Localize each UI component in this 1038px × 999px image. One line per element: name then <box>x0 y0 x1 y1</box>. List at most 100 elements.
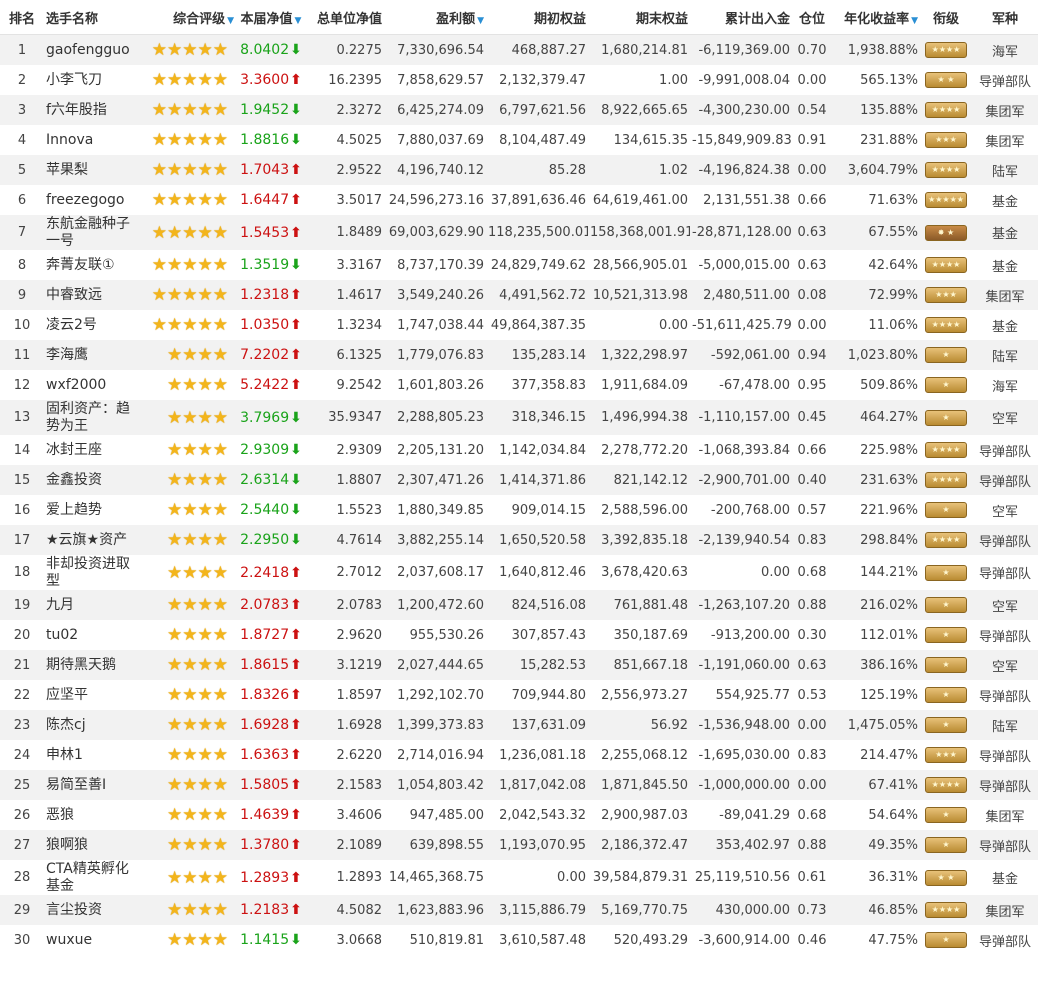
player-name-cell[interactable]: 冰封王座 <box>44 435 140 465</box>
player-name-link[interactable]: 九月 <box>46 597 138 614</box>
player-name-link[interactable]: 奔菁友联① <box>46 257 138 274</box>
player-name-link[interactable]: 爱上趋势 <box>46 502 138 519</box>
player-name-link[interactable]: wxf2000 <box>46 377 138 394</box>
player-name-cell[interactable]: freezegogo <box>44 185 140 215</box>
table-row[interactable]: 6 freezegogo ★★★★★ 1.6447⬆ 3.5017 24,596,273.… <box>0 185 1038 215</box>
player-name-cell[interactable]: 东航金融种子一号 <box>44 215 140 250</box>
table-row[interactable]: 30 wuxue ★★★★ 1.1415⬇ 3.0668 510,819.81 3,610,… <box>0 925 1038 955</box>
player-name-cell[interactable]: wxf2000 <box>44 370 140 400</box>
table-row[interactable]: 7 东航金融种子一号 ★★★★★ 1.5453⬆ 1.8489 69,003,629.90… <box>0 215 1038 250</box>
player-name-cell[interactable]: CTA精英孵化基金 <box>44 860 140 895</box>
player-name-link[interactable]: 非却投资进取型 <box>46 556 138 590</box>
table-row[interactable]: 12 wxf2000 ★★★★ 5.2422⬆ 9.2542 1,601,803.26 37… <box>0 370 1038 400</box>
player-name-link[interactable]: 凌云2号 <box>46 317 138 334</box>
player-name-link[interactable]: 狼啊狼 <box>46 837 138 854</box>
player-name-link[interactable]: wuxue <box>46 932 138 949</box>
player-name-cell[interactable]: 小李飞刀 <box>44 65 140 95</box>
rank-badge-icon: ★ <box>925 687 967 703</box>
player-name-cell[interactable]: Innova <box>44 125 140 155</box>
table-row[interactable]: 29 言尘投资 ★★★★ 1.2183⬆ 4.5082 1,623,883.96 3,115… <box>0 895 1038 925</box>
table-row[interactable]: 4 Innova ★★★★★ 1.8816⬇ 4.5025 7,880,037.69 8,1… <box>0 125 1038 155</box>
table-row[interactable]: 11 李海鹰 ★★★★ 7.2202⬆ 6.1325 1,779,076.83 135,28… <box>0 340 1038 370</box>
player-name-link[interactable]: tu02 <box>46 627 138 644</box>
player-name-link[interactable]: 言尘投资 <box>46 902 138 919</box>
table-row[interactable]: 24 申林1 ★★★★ 1.6363⬆ 2.6220 2,714,016.94 1,236,… <box>0 740 1038 770</box>
header-annual[interactable]: 年化收益率 ▼ <box>832 0 920 35</box>
table-row[interactable]: 20 tu02 ★★★★ 1.8727⬆ 2.9620 955,530.26 307,857… <box>0 620 1038 650</box>
player-name-link[interactable]: CTA精英孵化基金 <box>46 861 138 895</box>
player-name-link[interactable]: freezegogo <box>46 192 138 209</box>
player-name-cell[interactable]: 中睿致远 <box>44 280 140 310</box>
player-name-link[interactable]: ★云旗★资产 <box>46 532 138 549</box>
table-row[interactable]: 22 应坚平 ★★★★ 1.8326⬆ 1.8597 1,292,102.70 709,94… <box>0 680 1038 710</box>
player-name-link[interactable]: 冰封王座 <box>46 442 138 459</box>
player-name-link[interactable]: 东航金融种子一号 <box>46 216 138 250</box>
player-name-cell[interactable]: 易简至善I <box>44 770 140 800</box>
army-cell: 海军 <box>972 370 1038 400</box>
begin-equity-cell: 824,516.08 <box>486 590 588 620</box>
table-row[interactable]: 23 陈杰cj ★★★★ 1.6928⬆ 1.6928 1,399,373.83 137,6… <box>0 710 1038 740</box>
player-name-link[interactable]: 苹果梨 <box>46 162 138 179</box>
player-name-cell[interactable]: 非却投资进取型 <box>44 555 140 590</box>
inout-cell: -5,000,015.00 <box>690 250 792 280</box>
player-name-cell[interactable]: 苹果梨 <box>44 155 140 185</box>
player-name-cell[interactable]: 李海鹰 <box>44 340 140 370</box>
table-row[interactable]: 14 冰封王座 ★★★★ 2.9309⬇ 2.9309 2,205,131.20 1,142… <box>0 435 1038 465</box>
table-row[interactable]: 5 苹果梨 ★★★★★ 1.7043⬆ 2.9522 4,196,740.12 85.28 1… <box>0 155 1038 185</box>
player-name-cell[interactable]: 金鑫投资 <box>44 465 140 495</box>
table-row[interactable]: 19 九月 ★★★★ 2.0783⬆ 2.0783 1,200,472.60 824,516… <box>0 590 1038 620</box>
player-name-cell[interactable]: 奔菁友联① <box>44 250 140 280</box>
player-name-cell[interactable]: tu02 <box>44 620 140 650</box>
player-name-link[interactable]: 金鑫投资 <box>46 472 138 489</box>
table-row[interactable]: 17 ★云旗★资产 ★★★★ 2.2950⬇ 4.7614 3,882,255.14 1,6… <box>0 525 1038 555</box>
table-row[interactable]: 2 小李飞刀 ★★★★★ 3.3600⬆ 16.2395 7,858,629.57 2,13… <box>0 65 1038 95</box>
table-row[interactable]: 3 f六年股指 ★★★★★ 1.9452⬇ 2.3272 6,425,274.09 6,79… <box>0 95 1038 125</box>
header-rating[interactable]: 综合评级 ▼ <box>140 0 236 35</box>
table-row[interactable]: 13 固利资产：趋势为王 ★★★★ 3.7969⬇ 35.9347 2,288,805.2… <box>0 400 1038 435</box>
player-name-link[interactable]: 陈杰cj <box>46 717 138 734</box>
player-name-link[interactable]: gaofengguo <box>46 42 138 59</box>
table-row[interactable]: 26 恶狼 ★★★★ 1.4639⬆ 3.4606 947,485.00 2,042,543… <box>0 800 1038 830</box>
table-row[interactable]: 21 期待黑天鹅 ★★★★ 1.8615⬆ 3.1219 2,027,444.65 15,2… <box>0 650 1038 680</box>
player-name-link[interactable]: 固利资产：趋势为王 <box>46 401 138 435</box>
rank-badge-icon: ★★★ <box>925 287 967 303</box>
player-name-cell[interactable]: 申林1 <box>44 740 140 770</box>
player-name-cell[interactable]: 恶狼 <box>44 800 140 830</box>
player-name-link[interactable]: 期待黑天鹅 <box>46 657 138 674</box>
table-row[interactable]: 27 狼啊狼 ★★★★ 1.3780⬆ 2.1089 639,898.55 1,193,07… <box>0 830 1038 860</box>
table-row[interactable]: 10 凌云2号 ★★★★★ 1.0350⬆ 1.3234 1,747,038.44 49,8… <box>0 310 1038 340</box>
player-name-link[interactable]: 李海鹰 <box>46 347 138 364</box>
player-name-link[interactable]: Innova <box>46 132 138 149</box>
table-row[interactable]: 8 奔菁友联① ★★★★★ 1.3519⬇ 3.3167 8,737,170.39 24,8… <box>0 250 1038 280</box>
player-name-cell[interactable]: f六年股指 <box>44 95 140 125</box>
player-name-link[interactable]: 应坚平 <box>46 687 138 704</box>
player-name-link[interactable]: 申林1 <box>46 747 138 764</box>
player-name-cell[interactable]: 九月 <box>44 590 140 620</box>
table-row[interactable]: 18 非却投资进取型 ★★★★ 2.2418⬆ 2.7012 2,037,608.17 1,… <box>0 555 1038 590</box>
player-name-cell[interactable]: 期待黑天鹅 <box>44 650 140 680</box>
player-name-cell[interactable]: ★云旗★资产 <box>44 525 140 555</box>
player-name-link[interactable]: 小李飞刀 <box>46 72 138 89</box>
table-row[interactable]: 9 中睿致远 ★★★★★ 1.2318⬆ 1.4617 3,549,240.26 4,491… <box>0 280 1038 310</box>
player-name-cell[interactable]: 应坚平 <box>44 680 140 710</box>
player-name-link[interactable]: f六年股指 <box>46 102 138 119</box>
player-name-cell[interactable]: gaofengguo <box>44 34 140 65</box>
header-profit[interactable]: 盈利额 ▼ <box>384 0 486 35</box>
player-name-link[interactable]: 易简至善I <box>46 777 138 794</box>
table-row[interactable]: 25 易简至善I ★★★★ 1.5805⬆ 2.1583 1,054,803.42 1,81… <box>0 770 1038 800</box>
player-name-cell[interactable]: 言尘投资 <box>44 895 140 925</box>
player-name-cell[interactable]: wuxue <box>44 925 140 955</box>
player-name-link[interactable]: 恶狼 <box>46 807 138 824</box>
table-row[interactable]: 16 爱上趋势 ★★★★ 2.5440⬇ 1.5523 1,880,349.85 909,0… <box>0 495 1038 525</box>
header-nav[interactable]: 本届净值 ▼ <box>236 0 306 35</box>
player-name-link[interactable]: 中睿致远 <box>46 287 138 304</box>
player-name-cell[interactable]: 凌云2号 <box>44 310 140 340</box>
table-row[interactable]: 1 gaofengguo ★★★★★ 8.0402⬇ 0.2275 7,330,696.5… <box>0 34 1038 65</box>
player-name-cell[interactable]: 爱上趋势 <box>44 495 140 525</box>
player-name-cell[interactable]: 狼啊狼 <box>44 830 140 860</box>
table-row[interactable]: 15 金鑫投资 ★★★★ 2.6314⬇ 1.8807 2,307,471.26 1,414… <box>0 465 1038 495</box>
header-end: 期末权益 <box>588 0 690 35</box>
player-name-cell[interactable]: 陈杰cj <box>44 710 140 740</box>
table-row[interactable]: 28 CTA精英孵化基金 ★★★★ 1.2893⬆ 1.2893 14,465,368.7… <box>0 860 1038 895</box>
player-name-cell[interactable]: 固利资产：趋势为王 <box>44 400 140 435</box>
